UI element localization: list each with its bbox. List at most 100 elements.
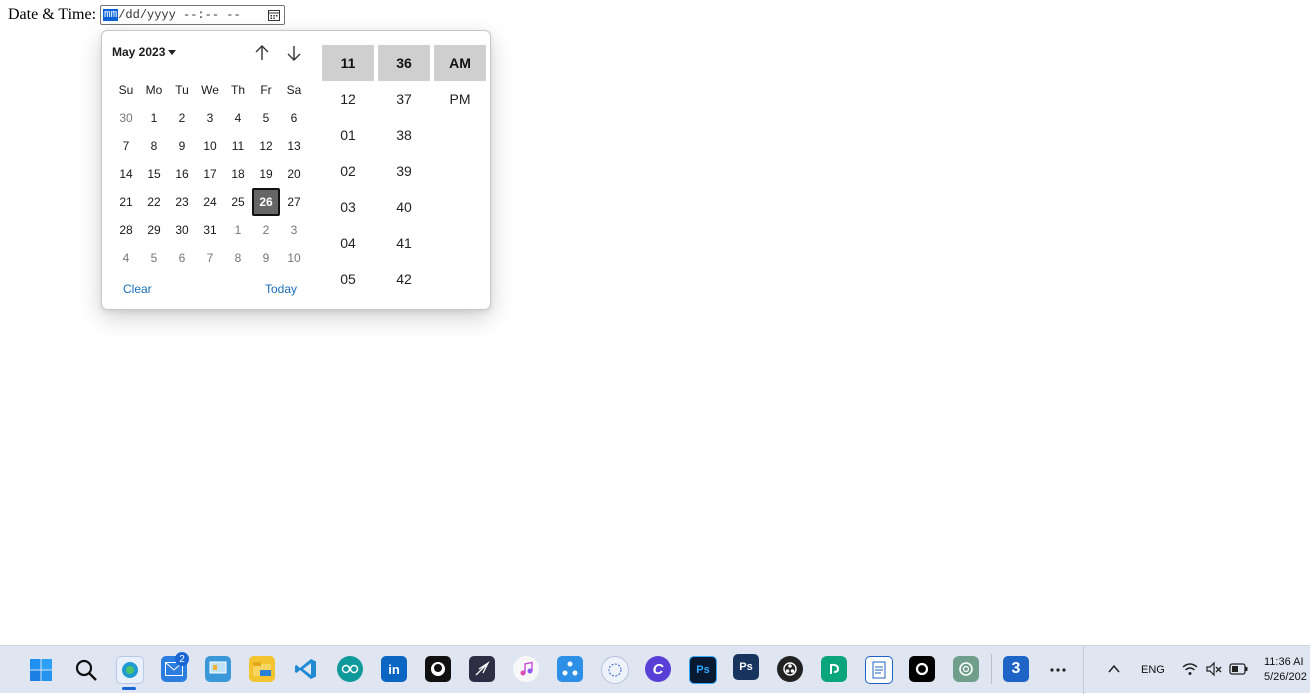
speaker-muted-icon[interactable] [1205, 660, 1223, 678]
selected-day-cell[interactable]: 26 [252, 188, 280, 216]
selected-minute-option[interactable]: 36 [378, 45, 430, 81]
clear-button[interactable]: Clear [123, 282, 152, 296]
day-cell[interactable]: 19 [252, 160, 280, 188]
day-cell[interactable]: 4 [224, 104, 252, 132]
github-icon[interactable] [425, 656, 451, 682]
day-cell[interactable]: 2 [168, 104, 196, 132]
document-app-icon[interactable] [865, 656, 893, 684]
hour-option[interactable]: 04 [322, 225, 374, 261]
minute-option[interactable]: 40 [378, 189, 430, 225]
itunes-icon[interactable] [513, 656, 539, 682]
month-year-dropdown[interactable]: May 2023 [112, 45, 177, 59]
linkedin-icon[interactable]: in [381, 656, 407, 682]
plant-app-icon[interactable] [469, 656, 495, 682]
calendar-icon[interactable] [268, 9, 281, 21]
day-cell[interactable]: 2 [252, 216, 280, 244]
language-indicator[interactable]: ENG [1141, 664, 1165, 676]
hour-option[interactable]: 01 [322, 117, 374, 153]
windows-start-icon[interactable] [29, 658, 53, 682]
obs-studio-icon[interactable] [777, 656, 803, 682]
day-cell[interactable]: 8 [140, 132, 168, 160]
day-cell[interactable]: 15 [140, 160, 168, 188]
day-cell[interactable]: 7 [112, 132, 140, 160]
day-cell[interactable]: 1 [224, 216, 252, 244]
weekday-header: Th [230, 83, 245, 97]
battery-icon[interactable] [1229, 662, 1249, 676]
pycharm-edu-icon[interactable] [821, 656, 847, 682]
weekday-header: Mo [145, 83, 163, 97]
more-apps-icon[interactable] [1047, 660, 1069, 680]
day-cell[interactable]: 3 [280, 216, 308, 244]
photoshop-legacy-icon[interactable]: Ps [733, 654, 759, 680]
day-cell[interactable]: 4 [112, 244, 140, 272]
day-cell[interactable]: 14 [112, 160, 140, 188]
day-cell[interactable]: 7 [196, 244, 224, 272]
day-cell[interactable]: 23 [168, 188, 196, 216]
day-cell[interactable]: 17 [196, 160, 224, 188]
day-cell[interactable]: 29 [140, 216, 168, 244]
today-button[interactable]: Today [265, 282, 297, 296]
selected-ampm-option[interactable]: AM [434, 45, 486, 81]
day-cell[interactable]: 10 [196, 132, 224, 160]
badge-app-icon[interactable] [601, 656, 629, 684]
hour-option[interactable]: 02 [322, 153, 374, 189]
system-clock[interactable]: 11:36 AI 5/26/202 [1264, 655, 1307, 685]
next-month-arrow-icon[interactable] [284, 43, 304, 63]
ampm-option[interactable]: PM [434, 81, 486, 117]
day-cell[interactable]: 5 [252, 104, 280, 132]
edge-browser-icon[interactable] [116, 656, 144, 684]
file-explorer-icon[interactable] [249, 656, 275, 682]
hour-option[interactable]: 05 [322, 261, 374, 297]
day-cell[interactable]: 5 [140, 244, 168, 272]
mail-unread-badge: 2 [175, 652, 189, 666]
weekday-header: Tu [175, 83, 189, 97]
day-cell[interactable]: 30 [112, 104, 140, 132]
wifi-icon[interactable] [1181, 660, 1199, 678]
day-cell[interactable]: 6 [280, 104, 308, 132]
day-cell[interactable]: 6 [168, 244, 196, 272]
hour-option[interactable]: 03 [322, 189, 374, 225]
day-cell[interactable]: 27 [280, 188, 308, 216]
day-cell[interactable]: 28 [112, 216, 140, 244]
day-cell[interactable]: 13 [280, 132, 308, 160]
selected-hour-option[interactable]: 11 [322, 45, 374, 81]
day-cell[interactable]: 16 [168, 160, 196, 188]
share-app-icon[interactable] [557, 656, 583, 682]
day-cell[interactable]: 24 [196, 188, 224, 216]
minute-option[interactable]: 41 [378, 225, 430, 261]
minute-option[interactable]: 38 [378, 117, 430, 153]
previous-month-arrow-icon[interactable] [252, 43, 272, 63]
minute-option[interactable]: 42 [378, 261, 430, 297]
day-cell[interactable]: 25 [224, 188, 252, 216]
minute-option[interactable]: 37 [378, 81, 430, 117]
day-cell[interactable]: 20 [280, 160, 308, 188]
vscode-icon[interactable] [293, 656, 319, 682]
day-cell[interactable]: 30 [168, 216, 196, 244]
day-cell[interactable]: 1 [140, 104, 168, 132]
day-cell[interactable]: 10 [280, 244, 308, 272]
css3-icon[interactable]: 3 [1003, 656, 1029, 682]
datetime-input[interactable]: mm /dd/yyyy --:-- -- [100, 5, 286, 25]
day-cell[interactable]: 3 [196, 104, 224, 132]
arduino-icon[interactable] [337, 656, 363, 682]
control-panel-icon[interactable] [205, 656, 231, 682]
canva-icon[interactable]: C [645, 656, 671, 682]
day-cell[interactable]: 21 [112, 188, 140, 216]
camera-app-icon[interactable] [909, 656, 935, 682]
day-cell[interactable]: 9 [168, 132, 196, 160]
day-cell[interactable]: 9 [252, 244, 280, 272]
day-cell[interactable]: 18 [224, 160, 252, 188]
day-cell[interactable]: 22 [140, 188, 168, 216]
month-segment[interactable]: mm [103, 9, 119, 21]
date-time-placeholder[interactable]: /dd/yyyy --:-- -- [118, 8, 240, 22]
day-cell[interactable]: 8 [224, 244, 252, 272]
day-cell[interactable]: 12 [252, 132, 280, 160]
search-icon[interactable] [74, 658, 98, 682]
photoshop-icon[interactable]: Ps [689, 656, 717, 684]
day-cell[interactable]: 11 [224, 132, 252, 160]
hour-option[interactable]: 12 [322, 81, 374, 117]
chevron-up-icon[interactable] [1107, 662, 1121, 676]
minute-option[interactable]: 39 [378, 153, 430, 189]
day-cell[interactable]: 31 [196, 216, 224, 244]
chatgpt-icon[interactable] [953, 656, 979, 682]
